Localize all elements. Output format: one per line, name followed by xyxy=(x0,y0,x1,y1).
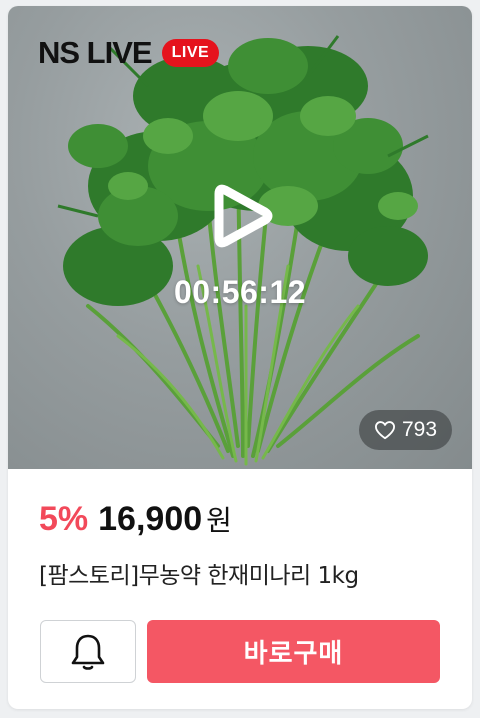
product-info: 5% 16,900 원 [팜스토리]무농약 한재미나리 1kg 바로구매 xyxy=(8,469,472,709)
live-timer: 00:56:12 xyxy=(173,274,307,310)
heart-icon xyxy=(374,421,395,440)
brand-logo: NS LIVE xyxy=(38,35,153,70)
currency-unit: 원 xyxy=(206,504,232,537)
price-row: 5% 16,900 원 xyxy=(39,499,232,539)
like-count: 793 xyxy=(401,418,438,441)
live-product-card[interactable]: NS LIVE LIVE 00:56:12 793 5% 16,900 원 [팜… xyxy=(8,6,472,709)
bell-icon xyxy=(71,634,105,670)
like-counter[interactable]: 793 xyxy=(359,410,452,450)
discount-rate: 5% xyxy=(39,500,89,538)
alarm-button[interactable] xyxy=(40,620,136,683)
sale-price: 16,900 xyxy=(98,500,203,538)
buy-now-button[interactable]: 바로구매 xyxy=(147,620,440,683)
play-button[interactable] xyxy=(211,180,275,252)
product-name[interactable]: [팜스토리]무농약 한재미나리 1kg xyxy=(39,556,359,590)
live-badge: LIVE xyxy=(161,39,220,67)
play-icon xyxy=(214,184,273,248)
brand-header: NS LIVE LIVE xyxy=(38,35,220,71)
live-video-thumbnail[interactable]: NS LIVE LIVE 00:56:12 793 xyxy=(8,6,472,469)
